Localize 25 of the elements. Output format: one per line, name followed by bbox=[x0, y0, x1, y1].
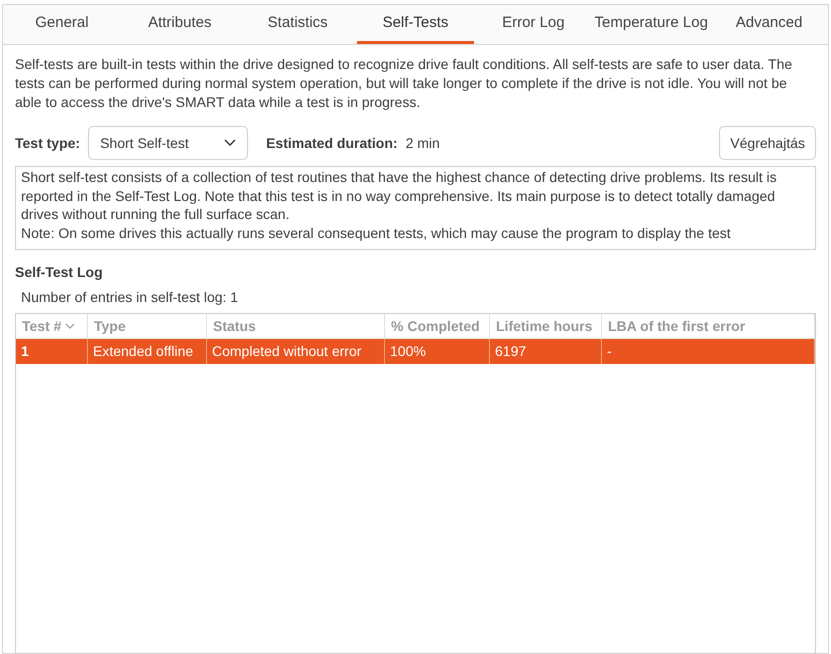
intro-text: Self-tests are built-in tests within the drive designed to recognize drive fault conditions. All self-tests are safe to user data. The tests can be performed during normal system operation, but will take longer to complete if the drive is not idle. You will not be able to access the drive's SMART data while a test is in progress. bbox=[15, 55, 794, 112]
description-text: Note: On some drives this actually runs several consequent tests, which may cause the program to display the test bbox=[21, 224, 732, 242]
tab[interactable]: Self-Tests bbox=[356, 5, 474, 44]
tab[interactable]: Statistics bbox=[238, 5, 357, 44]
table-cell: 100% bbox=[385, 339, 490, 364]
test-type-dropdown[interactable]: Short Self-test bbox=[88, 126, 248, 160]
table-cell: Completed without error bbox=[207, 339, 385, 364]
duration-label: Estimated duration: bbox=[266, 134, 398, 152]
log-title: Self-Test Log bbox=[15, 263, 104, 282]
chevron-down-icon bbox=[224, 139, 236, 147]
table-cell: - bbox=[602, 339, 815, 364]
tab[interactable]: Attributes bbox=[120, 5, 239, 44]
table-cell: 6197 bbox=[490, 339, 602, 364]
table-cell: Extended offline bbox=[88, 339, 207, 364]
tab[interactable]: Advanced bbox=[710, 5, 828, 44]
tab[interactable]: General bbox=[3, 5, 121, 44]
table-cell: 1 bbox=[16, 339, 88, 364]
tab[interactable]: Error Log bbox=[474, 5, 592, 44]
description-text: Short self-test consists of a collection of test routines that have the highest chance of detecting drive problems. Its result is reported in the Self-Test Log. Note that this test is in no way comprehensive. Its main purpose is to detect totally damaged drives without running the full surface scan. bbox=[21, 168, 778, 224]
duration-value: 2 min bbox=[406, 134, 440, 152]
run-button[interactable]: Végrehajtás bbox=[719, 126, 816, 160]
tab[interactable]: Temperature Log bbox=[592, 5, 710, 44]
entry-count: Number of entries in self-test log: 1 bbox=[21, 288, 240, 307]
table-row[interactable]: 1 Extended offline Completed without error 100% 6197 - bbox=[16, 339, 815, 364]
test-type-label: Test type: bbox=[15, 134, 80, 153]
